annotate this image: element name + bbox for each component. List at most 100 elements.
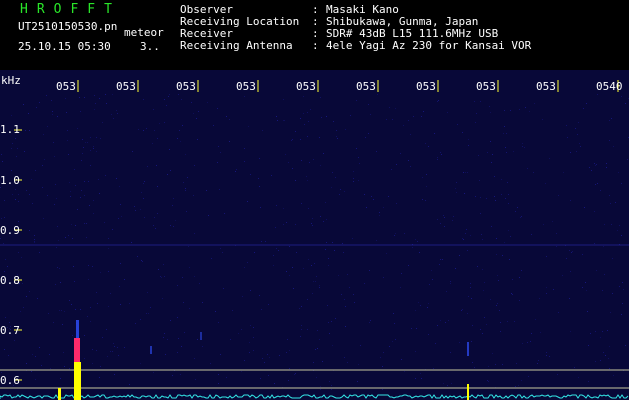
noise-speck [140,363,141,364]
noise-speck [580,146,581,147]
noise-speck [313,362,314,363]
noise-speck [43,218,44,219]
noise-speck [84,195,85,196]
noise-speck [253,337,254,338]
noise-speck [153,225,154,226]
noise-speck [289,350,290,351]
noise-speck [379,215,380,216]
noise-speck [120,304,121,305]
noise-speck [535,319,536,320]
noise-speck [289,275,290,276]
noise-speck [336,136,337,137]
noise-speck [100,272,101,273]
noise-speck [497,275,498,276]
noise-speck [116,178,117,179]
noise-speck [597,183,598,184]
noise-speck [100,366,101,367]
noise-speck [356,148,357,149]
noise-speck [579,143,580,144]
noise-speck [416,328,417,329]
noise-speck [217,108,218,109]
noise-speck [244,96,245,97]
noise-speck [134,206,135,207]
noise-speck [138,129,139,130]
noise-speck [301,329,302,330]
noise-speck [488,381,489,382]
noise-speck [480,197,481,198]
noise-speck [224,213,225,214]
noise-speck [191,102,192,103]
noise-speck [86,223,87,224]
noise-speck [340,189,341,190]
noise-speck [356,100,357,101]
noise-speck [269,357,270,358]
noise-speck [434,133,435,134]
noise-speck [229,141,230,142]
noise-speck [527,168,528,169]
noise-speck [185,154,186,155]
noise-speck [470,283,471,284]
noise-speck [164,122,165,123]
noise-speck [289,246,290,247]
info-colon: : [312,39,319,52]
noise-speck [93,146,94,147]
noise-speck [77,209,78,210]
noise-speck [18,194,19,195]
noise-speck [135,323,136,324]
noise-speck [90,165,91,166]
noise-speck [152,143,153,144]
noise-speck [610,312,611,313]
noise-speck [316,377,317,378]
noise-speck [440,259,441,260]
noise-speck [271,175,272,176]
noise-speck [206,190,207,191]
noise-speck [545,183,546,184]
noise-speck [67,130,68,131]
noise-speck [60,282,61,283]
noise-speck [477,266,478,267]
noise-speck [1,372,2,373]
noise-speck [320,386,321,387]
noise-speck [420,305,421,306]
noise-speck [164,276,165,277]
noise-speck [619,225,620,226]
noise-speck [193,113,194,114]
noise-speck [428,303,429,304]
noise-speck [459,342,460,343]
noise-speck [73,266,74,267]
noise-speck [39,252,40,253]
noise-speck [520,217,521,218]
noise-speck [364,283,365,284]
noise-speck [621,183,622,184]
noise-speck [594,211,595,212]
noise-speck [413,116,414,117]
noise-speck [180,374,181,375]
noise-speck [71,304,72,305]
noise-speck [471,341,472,342]
noise-speck [90,137,91,138]
x-tick-label: 053 [536,80,556,93]
noise-speck [606,167,607,168]
x-tick-label: 053 [56,80,76,93]
noise-speck [422,177,423,178]
noise-speck [613,375,614,376]
noise-speck [16,156,17,157]
noise-speck [341,294,342,295]
noise-speck [36,107,37,108]
noise-speck [410,134,411,135]
noise-speck [586,103,587,104]
noise-speck [586,290,587,291]
noise-speck [415,310,416,311]
noise-speck [395,233,396,234]
noise-speck [156,165,157,166]
noise-speck [74,281,75,282]
noise-speck [167,339,168,340]
noise-speck [576,151,577,152]
noise-speck [26,363,27,364]
noise-speck [438,100,439,101]
noise-speck [194,165,195,166]
noise-speck [265,241,266,242]
noise-speck [488,366,489,367]
noise-speck [625,103,626,104]
noise-speck [162,298,163,299]
